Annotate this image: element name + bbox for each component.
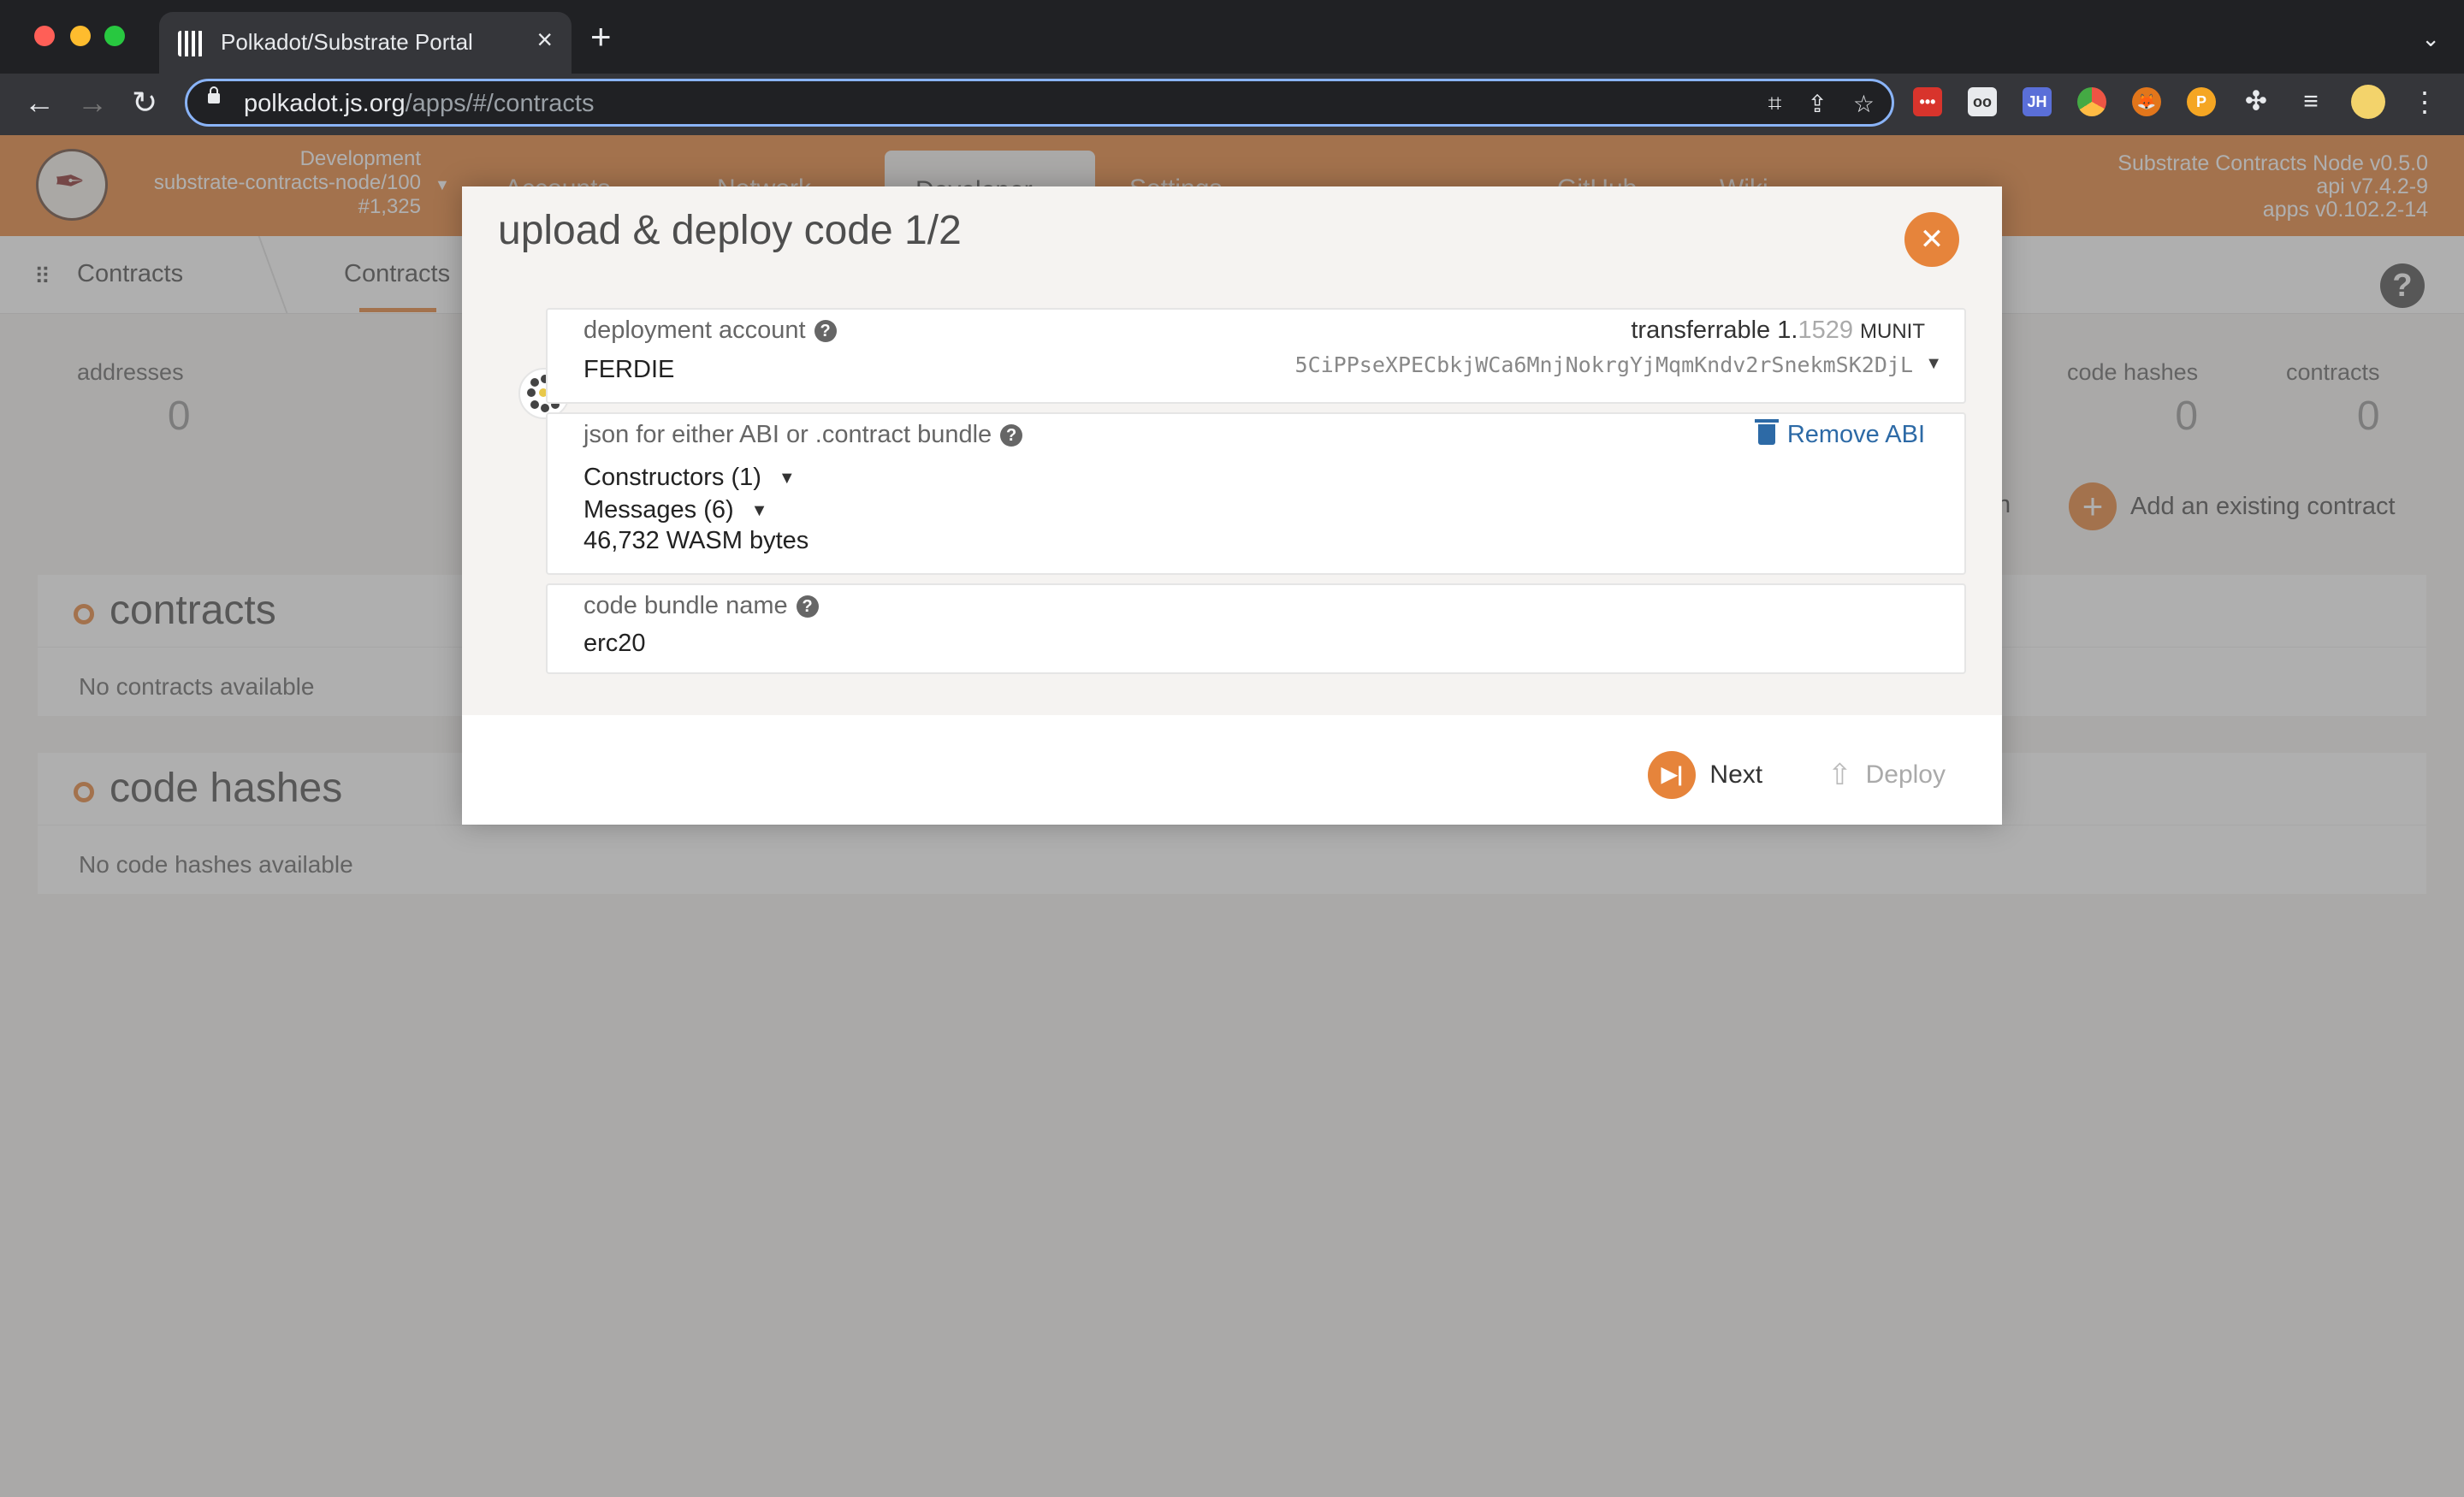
deployment-account-label: deployment account	[583, 317, 806, 344]
caret-down-icon: ▼	[750, 501, 768, 520]
deployment-account-field[interactable]: deployment account? FERDIE transferrable…	[546, 308, 1966, 404]
transferrable-int: 1.	[1777, 317, 1798, 344]
browser-tab-strip: Polkadot/Substrate Portal × + ⌄	[0, 0, 2464, 74]
window-close-button[interactable]	[34, 26, 55, 46]
tab-title: Polkadot/Substrate Portal	[221, 29, 473, 55]
upload-deploy-modal: upload & deploy code 1/2 ✕ deployment ac…	[462, 186, 2002, 825]
account-address: 5CiPPseXPECbkjWCa6MnjNokrgYjMqmKndv2rSne…	[1294, 352, 1913, 377]
abi-json-label: json for either ABI or .contract bundle	[583, 421, 992, 448]
help-icon[interactable]: ?	[814, 320, 837, 342]
wasm-bytes: 46,732 WASM bytes	[583, 527, 809, 554]
new-tab-icon[interactable]: +	[590, 19, 612, 55]
window-maximize-button[interactable]	[104, 26, 125, 46]
extension-lastpass-icon[interactable]: •••	[1913, 87, 1942, 116]
tab-search-chevron-icon[interactable]: ⌄	[2421, 26, 2440, 52]
browser-tab[interactable]: Polkadot/Substrate Portal ×	[159, 12, 572, 74]
profile-avatar[interactable]	[2351, 85, 2385, 119]
transferrable-balance: transferrable 1.1529 MUNIT	[1631, 317, 1925, 345]
code-bundle-name-label: code bundle name	[583, 592, 788, 619]
extensions-puzzle-icon[interactable]: ✣	[2242, 87, 2271, 116]
code-bundle-name-field[interactable]: code bundle name? erc20	[546, 583, 1966, 674]
balance-unit: MUNIT	[1860, 320, 1925, 343]
browser-toolbar: ← → ↻ polkadot.js.org/apps/#/contracts ⌗…	[0, 74, 2464, 135]
messages-toggle[interactable]: Messages (6) ▼	[583, 496, 767, 524]
bookmark-star-icon[interactable]: ☆	[1853, 90, 1875, 118]
tab-close-icon[interactable]: ×	[536, 24, 553, 56]
next-label: Next	[1709, 760, 1763, 789]
code-bundle-name-input[interactable]: erc20	[583, 630, 646, 658]
transferrable-label: transferrable	[1631, 317, 1771, 344]
window-minimize-button[interactable]	[70, 26, 91, 46]
account-name: FERDIE	[583, 356, 675, 383]
account-dropdown-caret-icon[interactable]: ▼	[1925, 354, 1942, 374]
share-icon[interactable]: ⇪	[1807, 90, 1827, 118]
deploy-button[interactable]: ⇧ Deploy	[1827, 758, 1946, 792]
constructors-label: Constructors (1)	[583, 464, 761, 491]
extension-glasses-icon[interactable]: oo	[1968, 87, 1997, 116]
back-arrow-icon[interactable]: ←	[24, 86, 55, 120]
url-text[interactable]: polkadot.js.org/apps/#/contracts	[244, 90, 594, 118]
extension-jh-icon[interactable]: JH	[2023, 87, 2052, 116]
messages-label: Messages (6)	[583, 496, 734, 524]
extension-chrome-icon[interactable]	[2077, 87, 2106, 116]
abi-json-field[interactable]: json for either ABI or .contract bundle?…	[546, 412, 1966, 575]
modal-title: upload & deploy code 1/2	[498, 208, 962, 253]
transferrable-dec: 1529	[1798, 317, 1853, 344]
help-icon[interactable]: ?	[1000, 424, 1023, 447]
chrome-menu-icon[interactable]: ⋮	[2411, 87, 2438, 119]
constructors-toggle[interactable]: Constructors (1) ▼	[583, 464, 796, 492]
caret-down-icon: ▼	[778, 469, 796, 488]
app-page: Development substrate-contracts-node/100…	[0, 135, 2464, 1497]
polkadot-favicon-icon	[178, 31, 204, 56]
extension-p-icon[interactable]: P	[2187, 87, 2216, 116]
translate-icon[interactable]: ⌗	[1768, 90, 1782, 118]
trash-icon	[1754, 419, 1779, 445]
remove-abi-label: Remove ABI	[1786, 421, 1925, 448]
extension-metamask-icon[interactable]: 🦊	[2132, 87, 2161, 116]
help-icon[interactable]: ?	[796, 595, 819, 618]
upload-icon: ⇧	[1827, 759, 1852, 791]
deploy-label: Deploy	[1865, 760, 1946, 789]
next-step-icon: ▶|	[1648, 751, 1697, 799]
modal-close-button[interactable]: ✕	[1904, 212, 1959, 267]
lock-icon[interactable]	[208, 86, 220, 104]
address-bar[interactable]: polkadot.js.org/apps/#/contracts ⌗ ⇪ ☆	[185, 79, 1894, 127]
modal-actions: ▶| Next ⇧ Deploy	[1648, 751, 1946, 799]
remove-abi-button[interactable]: Remove ABI	[1754, 419, 1925, 449]
reload-icon[interactable]: ↻	[132, 86, 157, 120]
forward-arrow-icon[interactable]: →	[77, 86, 108, 120]
reading-list-icon[interactable]: ≡	[2296, 87, 2325, 116]
next-button[interactable]: ▶| Next	[1648, 751, 1762, 799]
